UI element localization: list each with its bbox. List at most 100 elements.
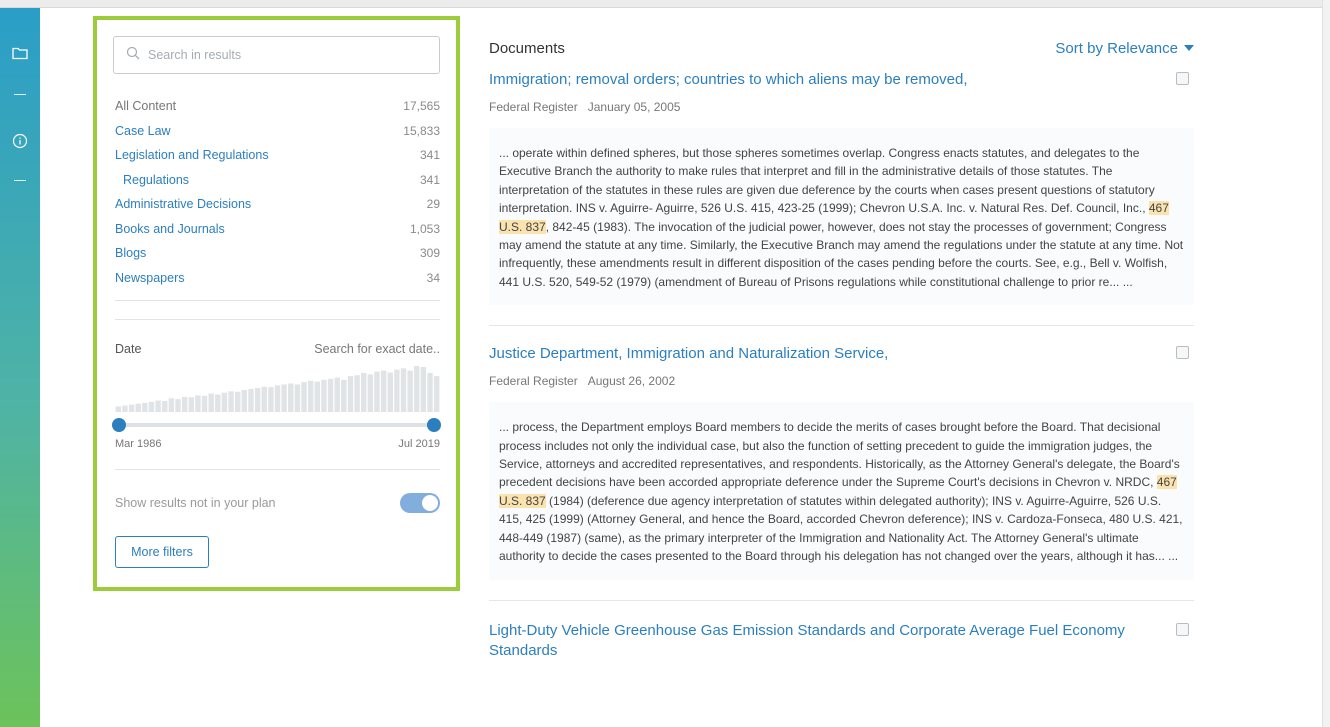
category-count: 309	[419, 246, 440, 261]
filters-panel: All Content 17,565 Case Law 15,833 Legis…	[93, 16, 460, 591]
category-legislation[interactable]: Legislation and Regulations 341	[115, 143, 440, 168]
rail-divider	[14, 180, 26, 181]
documents-panel: Documents Sort by Relevance Immigration;…	[489, 30, 1194, 661]
result-title-link[interactable]: Immigration; removal orders; countries t…	[489, 70, 1169, 90]
exact-date-link[interactable]: Search for exact date..	[314, 342, 440, 356]
category-case-law[interactable]: Case Law 15,833	[115, 119, 440, 144]
histogram-bar	[221, 392, 228, 412]
date-range-labels: Mar 1986 Jul 2019	[115, 438, 440, 450]
date-filter-header: Date Search for exact date..	[115, 342, 440, 356]
category-count: 341	[419, 172, 440, 187]
left-rail	[0, 8, 40, 727]
histogram-bar	[294, 384, 301, 412]
date-range-track[interactable]	[119, 423, 437, 427]
result-source: Federal Register	[489, 374, 578, 389]
sort-label: Sort by Relevance	[1055, 39, 1178, 57]
search-icon	[126, 46, 140, 65]
category-label[interactable]: Legislation and Regulations	[115, 148, 269, 162]
result-title-link[interactable]: Light-Duty Vehicle Greenhouse Gas Emissi…	[489, 621, 1169, 661]
histogram-bar	[195, 395, 201, 412]
result-select-checkbox[interactable]	[1176, 72, 1189, 85]
histogram-bar	[281, 384, 287, 412]
category-label[interactable]: Books and Journals	[115, 222, 225, 236]
category-regulations[interactable]: Regulations 341	[115, 168, 440, 193]
window-scrollbar[interactable]	[1322, 0, 1330, 727]
histogram-bar	[215, 394, 221, 412]
category-label[interactable]: Blogs	[115, 246, 146, 260]
histogram-bar	[433, 376, 440, 412]
date-range-start-handle[interactable]	[112, 418, 126, 432]
window-top-bar	[0, 0, 1330, 8]
result-divider	[489, 599, 1194, 601]
histogram-bar	[407, 370, 413, 412]
result-item: Justice Department, Immigration and Natu…	[489, 344, 1194, 580]
histogram-bar	[400, 368, 407, 412]
histogram-bar	[341, 379, 347, 412]
snippet-text: , 842-45 (1983). The invocation of the j…	[499, 219, 1184, 289]
histogram-bar	[122, 405, 128, 412]
category-label[interactable]: Case Law	[115, 124, 171, 138]
range-end-label: Jul 2019	[398, 438, 440, 450]
category-books-journals[interactable]: Books and Journals 1,053	[115, 217, 440, 242]
histogram-bar	[288, 383, 294, 412]
category-label: All Content	[115, 99, 177, 114]
histogram-bar	[314, 381, 321, 412]
histogram-bar	[148, 401, 155, 412]
search-input[interactable]	[148, 48, 428, 62]
date-range-end-handle[interactable]	[427, 418, 441, 432]
date-label: Date	[115, 342, 142, 356]
category-label[interactable]: Newspapers	[115, 271, 184, 285]
histogram-bar	[175, 399, 181, 412]
result-item: Immigration; removal orders; countries t…	[489, 70, 1194, 306]
result-meta: Federal Register January 05, 2005	[489, 100, 1194, 114]
category-count: 17,565	[403, 99, 440, 114]
plan-results-row: Show results not in your plan	[115, 493, 440, 513]
snippet-text: (1984) (deference due agency interpretat…	[499, 493, 1183, 564]
documents-header: Documents Sort by Relevance	[489, 30, 1194, 66]
histogram-bar	[228, 391, 234, 412]
result-snippet: ... process, the Department employs Boar…	[489, 402, 1194, 580]
sort-dropdown[interactable]: Sort by Relevance	[1055, 40, 1194, 57]
folder-icon[interactable]	[10, 43, 30, 63]
plan-results-toggle[interactable]	[400, 493, 440, 513]
histogram-bar	[162, 400, 168, 412]
histogram-bar	[354, 375, 360, 412]
category-label[interactable]: Regulations	[115, 173, 189, 187]
histogram-bar	[347, 376, 354, 412]
histogram-bar	[361, 372, 367, 412]
result-select-checkbox[interactable]	[1176, 622, 1189, 636]
category-count: 29	[426, 197, 440, 212]
category-administrative-decisions[interactable]: Administrative Decisions 29	[115, 192, 440, 217]
histogram-bar	[181, 396, 188, 412]
histogram-bar	[168, 398, 175, 412]
more-filters-button[interactable]: More filters	[115, 536, 209, 568]
search-in-results[interactable]	[113, 36, 440, 74]
histogram-bar	[188, 397, 194, 412]
category-blogs[interactable]: Blogs 309	[115, 241, 440, 266]
category-label[interactable]: Administrative Decisions	[115, 197, 251, 211]
result-item: Light-Duty Vehicle Greenhouse Gas Emissi…	[489, 621, 1194, 661]
histogram-bar	[201, 395, 208, 412]
category-count: 15,833	[403, 123, 440, 138]
category-count: 341	[419, 148, 440, 163]
range-start-label: Mar 1986	[115, 438, 162, 450]
histogram-bar	[420, 366, 427, 412]
info-icon[interactable]	[10, 131, 30, 151]
histogram-bar	[142, 402, 148, 412]
result-meta: Federal Register August 26, 2002	[489, 374, 1194, 388]
snippet-text: ... operate within defined spheres, but …	[499, 146, 1155, 216]
result-title-link[interactable]: Justice Department, Immigration and Natu…	[489, 344, 1169, 364]
category-all-content[interactable]: All Content 17,565	[115, 94, 440, 119]
histogram-bar	[155, 400, 161, 412]
histogram-bar	[268, 387, 274, 412]
result-select-checkbox[interactable]	[1176, 346, 1189, 360]
histogram-bar	[128, 404, 135, 412]
histogram-bar	[274, 385, 281, 412]
category-newspapers[interactable]: Newspapers 34	[115, 266, 440, 291]
histogram-bar	[301, 382, 307, 412]
histogram-bar	[374, 371, 380, 412]
histogram-bar	[234, 391, 241, 412]
histogram-bar	[334, 377, 340, 412]
histogram-bar	[248, 389, 254, 412]
category-list: All Content 17,565 Case Law 15,833 Legis…	[115, 94, 440, 290]
